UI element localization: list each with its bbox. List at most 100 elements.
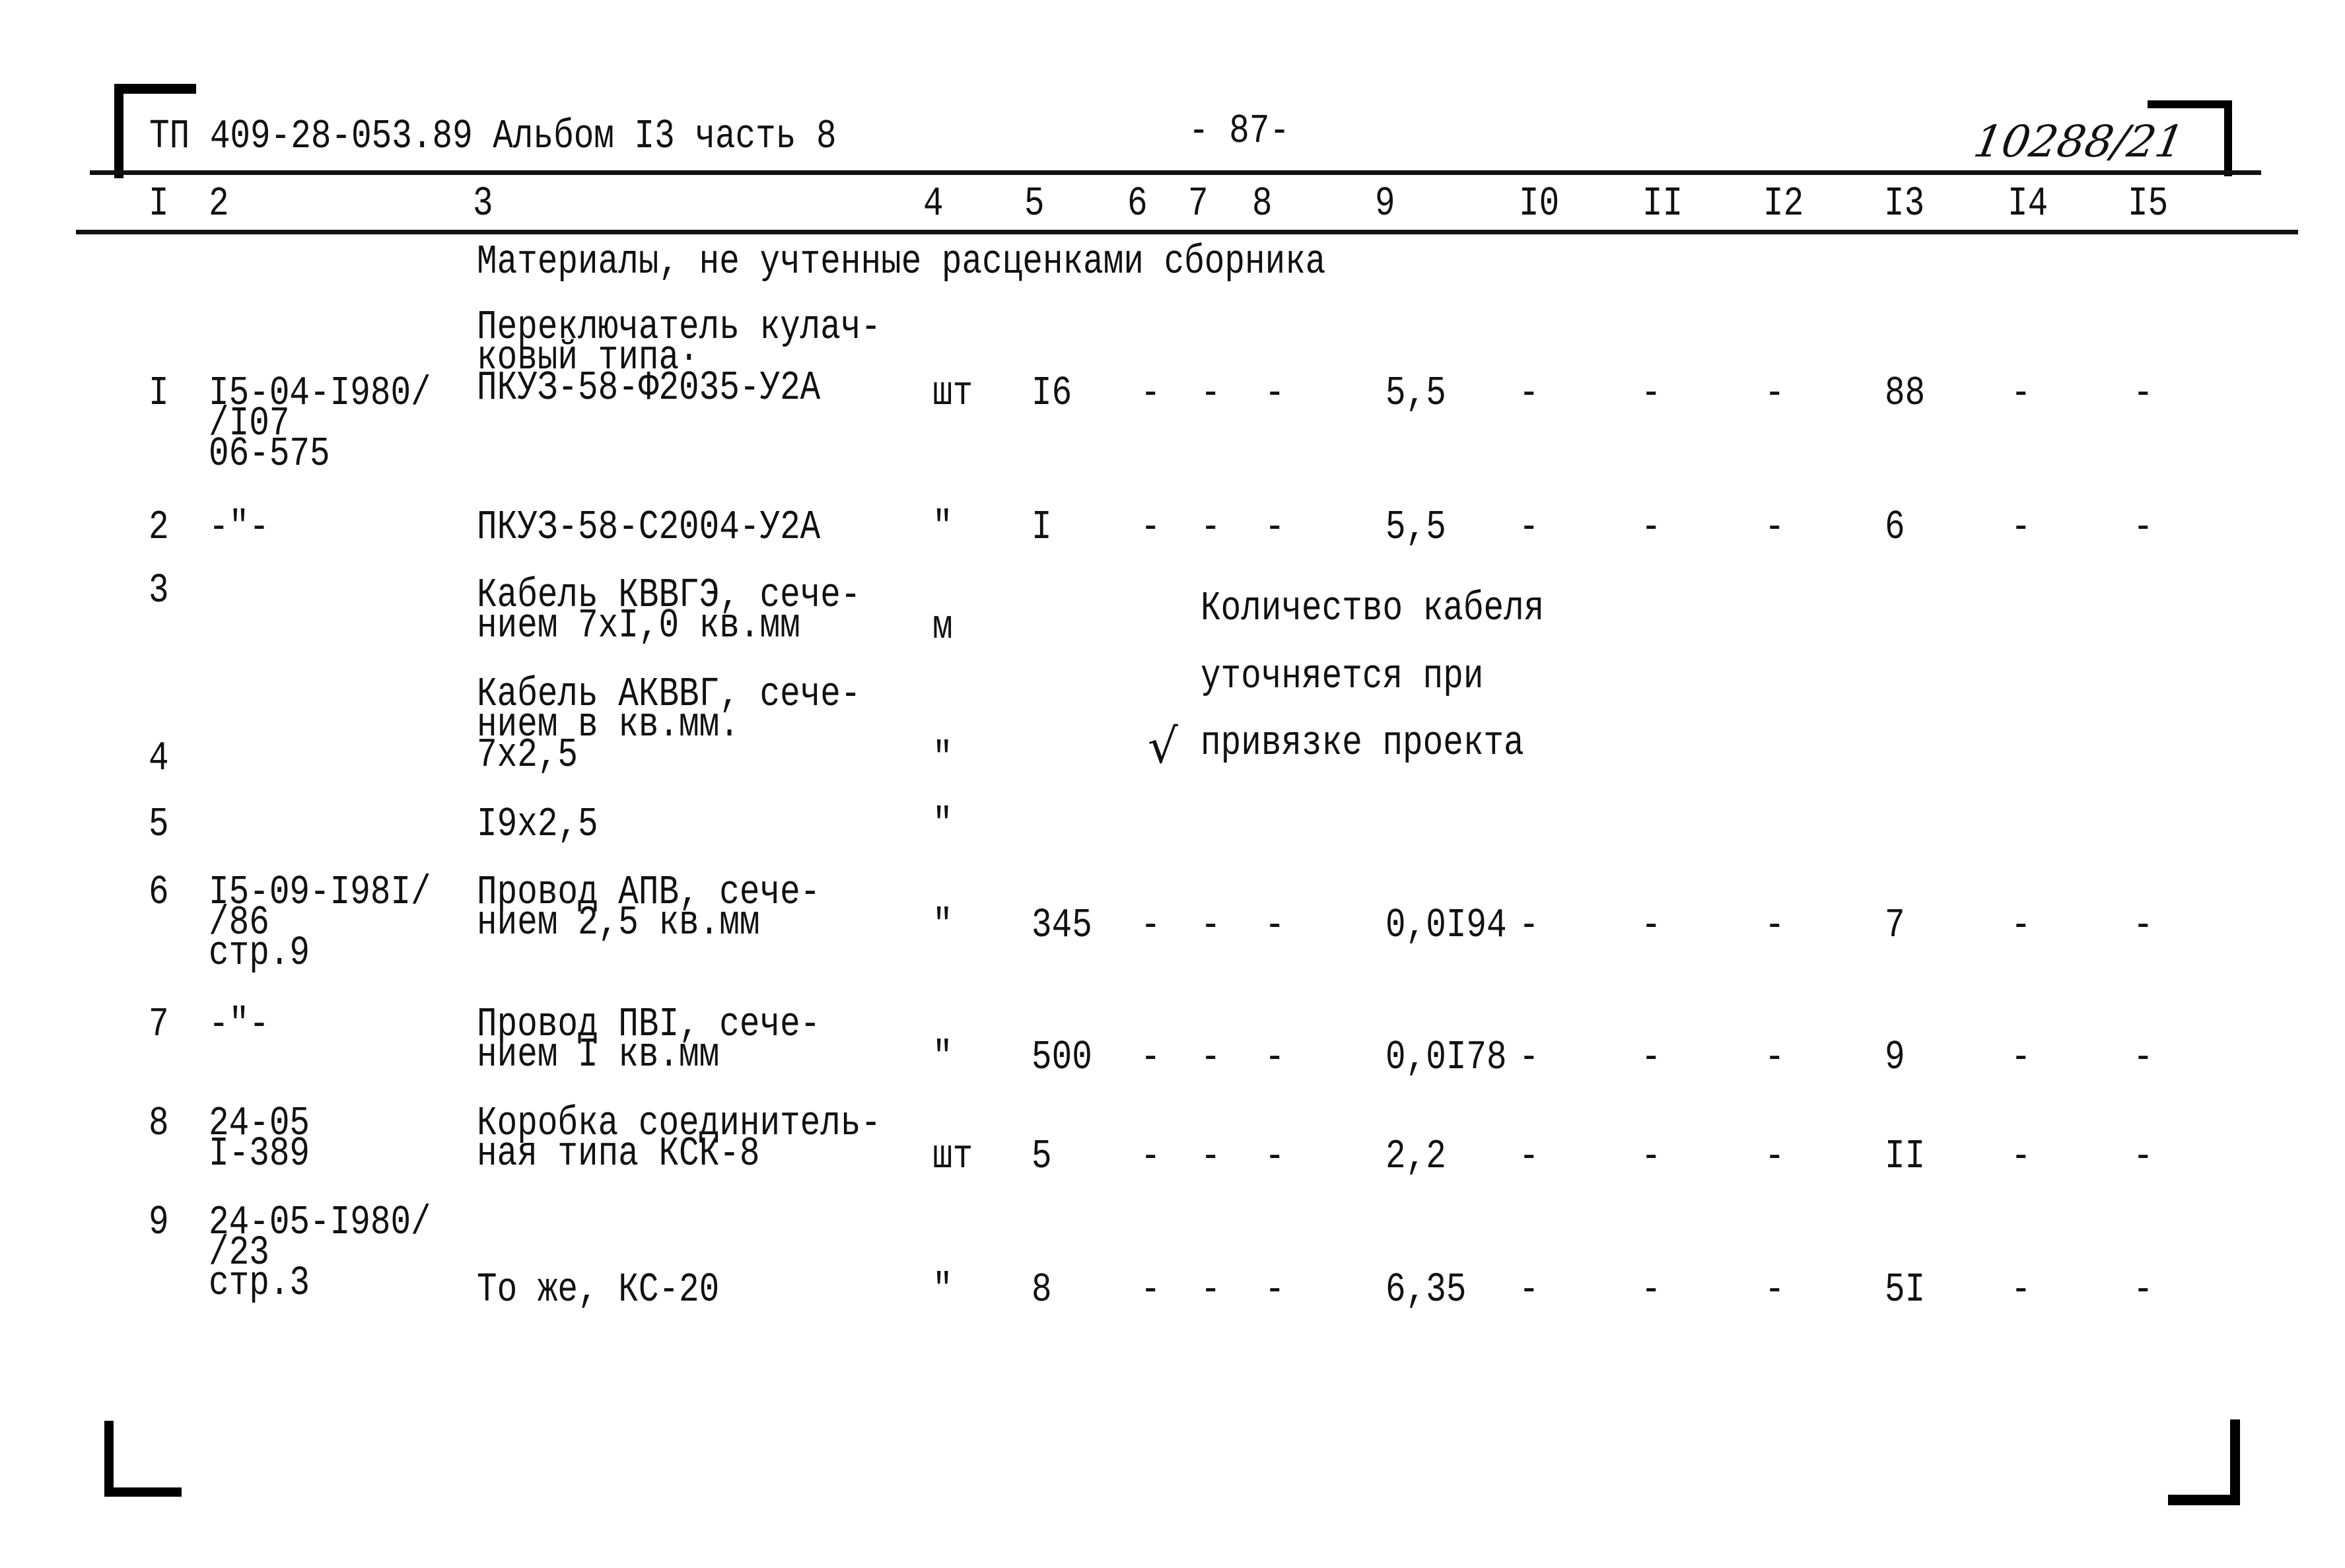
cell-c10: - <box>1519 903 1539 949</box>
column-header: 4 <box>923 182 944 228</box>
cell-c8: - <box>1265 505 1285 551</box>
cell-c14: - <box>2011 505 2031 551</box>
cell-c7: - <box>1201 371 1221 417</box>
cell-c8: - <box>1265 371 1285 417</box>
reference-code: -"- <box>209 1002 269 1048</box>
cell-c14: - <box>2011 903 2031 949</box>
column-header: 5 <box>1024 182 1045 228</box>
row-number: 4 <box>149 736 169 782</box>
cable-note-line: Количество кабеля <box>1201 586 1545 632</box>
corner-mark-bottom-right <box>2168 1495 2240 1505</box>
cell-c13: 7 <box>1885 903 1905 949</box>
cell-c13: 6 <box>1885 505 1905 551</box>
corner-mark-top-right <box>2224 100 2232 176</box>
item-name: нием 7хI,0 кв.мм <box>477 603 800 650</box>
header-top-rule <box>90 170 2261 175</box>
cell-c6: - <box>1140 1268 1161 1314</box>
unit: " <box>932 1268 953 1314</box>
document-page: ТП 409-28-053.89 Альбом I3 часть 8 - 87-… <box>0 0 2345 1568</box>
row-number: 7 <box>149 1002 169 1048</box>
column-header: I5 <box>2128 182 2169 228</box>
unit: " <box>932 903 953 949</box>
cell-c14: - <box>2011 1134 2031 1180</box>
cell-c12: - <box>1765 1134 1785 1180</box>
reference-code: стр.3 <box>209 1261 310 1307</box>
cell-c13: 88 <box>1885 371 1926 417</box>
cell-c10: - <box>1519 371 1539 417</box>
cell-c6: - <box>1140 903 1161 949</box>
item-name: 7х2,5 <box>477 733 578 779</box>
corner-mark-top-left <box>114 84 123 178</box>
corner-mark-bottom-left <box>104 1487 182 1497</box>
cell-qty: 500 <box>1032 1035 1092 1081</box>
cell-c11: - <box>1641 1134 1662 1180</box>
cell-c10: - <box>1519 505 1539 551</box>
cell-c6: - <box>1140 1035 1161 1081</box>
cable-note-line: уточняется при <box>1201 654 1484 700</box>
cell-c12: - <box>1765 1035 1785 1081</box>
cell-qty: 8 <box>1032 1268 1052 1314</box>
unit: шт <box>932 371 973 417</box>
unit: м <box>932 605 953 651</box>
item-name: ПКУЗ-58-С2004-У2А <box>477 505 821 551</box>
item-name: нием I кв.мм <box>477 1033 720 1079</box>
column-header: 7 <box>1188 182 1208 228</box>
cell-c7: - <box>1201 1268 1221 1314</box>
corner-mark-top-left <box>114 84 196 94</box>
handwritten-reference: 10288/21 <box>1970 116 2188 167</box>
cell-qty: I <box>1032 505 1052 551</box>
column-header: I <box>149 182 169 228</box>
cell-c6: - <box>1140 505 1161 551</box>
unit: " <box>932 1035 953 1081</box>
cell-c10: - <box>1519 1035 1539 1081</box>
cell-c8: - <box>1265 1134 1285 1180</box>
unit: " <box>932 802 953 848</box>
cell-c10: - <box>1519 1134 1539 1180</box>
cell-c10: - <box>1519 1268 1539 1314</box>
row-number: 3 <box>149 568 169 615</box>
cell-c9: 5,5 <box>1385 371 1446 417</box>
page-number: - 87- <box>1189 109 1290 155</box>
cell-c14: - <box>2011 1035 2031 1081</box>
cell-c15: - <box>2133 1035 2153 1081</box>
column-header: I0 <box>1519 182 1560 228</box>
unit: " <box>932 736 953 782</box>
cell-c7: - <box>1201 505 1221 551</box>
cell-c7: - <box>1201 903 1221 949</box>
cell-c12: - <box>1765 1268 1785 1314</box>
cell-qty: 5 <box>1032 1134 1052 1180</box>
cell-c15: - <box>2133 1134 2153 1180</box>
item-name: I9х2,5 <box>477 802 598 848</box>
cell-c9: 0,0I78 <box>1385 1035 1507 1081</box>
row-number: 2 <box>149 505 169 551</box>
cell-c6: - <box>1140 371 1161 417</box>
row-number: 6 <box>149 870 169 916</box>
cell-c8: - <box>1265 1035 1285 1081</box>
cell-qty: I6 <box>1032 371 1072 417</box>
cell-c12: - <box>1765 505 1785 551</box>
cell-c7: - <box>1201 1035 1221 1081</box>
section-title: Материалы, не учтенные расценками сборни… <box>477 240 1326 286</box>
corner-mark-bottom-left <box>104 1421 114 1497</box>
cell-c6: - <box>1140 1134 1161 1180</box>
cell-c11: - <box>1641 371 1662 417</box>
row-number: 9 <box>149 1200 169 1246</box>
cell-c12: - <box>1765 903 1785 949</box>
cell-c13: II <box>1885 1134 1926 1180</box>
column-header: 3 <box>473 182 493 228</box>
column-header: I3 <box>1884 182 1925 228</box>
cell-c13: 9 <box>1885 1035 1905 1081</box>
column-header: I2 <box>1763 182 1804 228</box>
cell-c9: 0,0I94 <box>1385 903 1507 949</box>
check-mark-icon: √ <box>1148 718 1178 774</box>
reference-code: I-389 <box>209 1132 310 1178</box>
cell-c11: - <box>1641 1035 1662 1081</box>
reference-code: -"- <box>209 505 269 551</box>
corner-mark-top-right <box>2148 100 2232 108</box>
reference-code: 06-575 <box>209 432 330 478</box>
cell-c7: - <box>1201 1134 1221 1180</box>
cell-c11: - <box>1641 903 1662 949</box>
unit: шт <box>932 1134 973 1180</box>
cell-c9: 6,35 <box>1385 1268 1467 1314</box>
column-header: II <box>1642 182 1683 228</box>
